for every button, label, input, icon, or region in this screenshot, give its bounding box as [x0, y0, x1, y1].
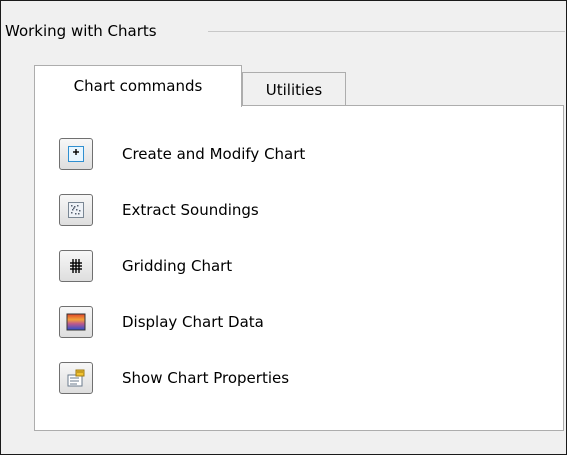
extract-soundings-label: Extract Soundings	[122, 201, 259, 219]
create-chart-icon	[68, 146, 84, 162]
group-title: Working with Charts	[5, 22, 161, 40]
grid-icon	[70, 259, 82, 273]
create-modify-chart-button[interactable]	[59, 138, 93, 170]
extract-soundings-command[interactable]: Extract Soundings	[59, 193, 259, 227]
tab-chart-commands[interactable]: Chart commands	[34, 65, 242, 107]
create-modify-chart-label: Create and Modify Chart	[122, 145, 306, 163]
gridding-chart-button[interactable]	[59, 250, 93, 282]
extract-soundings-button[interactable]	[59, 194, 93, 226]
show-chart-properties-command[interactable]: Show Chart Properties	[59, 361, 289, 395]
display-chart-data-command[interactable]: Display Chart Data	[59, 305, 264, 339]
gridding-chart-label: Gridding Chart	[122, 257, 233, 275]
create-modify-chart-command[interactable]: Create and Modify Chart	[59, 137, 305, 171]
group-divider	[208, 31, 565, 32]
display-chart-data-button[interactable]	[59, 306, 93, 338]
gridding-chart-command[interactable]: Gridding Chart	[59, 249, 232, 283]
tab-utilities[interactable]: Utilities	[242, 72, 346, 106]
show-chart-properties-button[interactable]	[59, 362, 93, 394]
soundings-icon	[68, 202, 84, 218]
properties-icon	[67, 369, 85, 387]
display-chart-data-label: Display Chart Data	[122, 313, 264, 331]
chart-data-icon	[66, 313, 86, 331]
show-chart-properties-label: Show Chart Properties	[122, 369, 290, 387]
